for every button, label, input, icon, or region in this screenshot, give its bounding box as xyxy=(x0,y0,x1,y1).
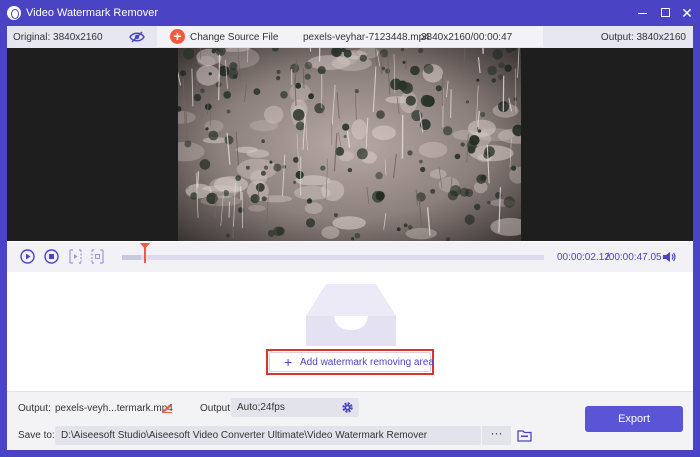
app-window: Video Watermark Remover ✕ Original: 3840… xyxy=(0,0,700,457)
export-button[interactable]: Export xyxy=(585,406,683,432)
close-button[interactable]: ✕ xyxy=(678,4,696,22)
timeline-progress xyxy=(122,255,141,260)
bottom-panel: Output: pexels-veyh...termark.mp4 Output… xyxy=(7,391,693,450)
add-watermark-area-label: Add watermark removing area xyxy=(300,357,434,368)
source-file-name: pexels-veyhar-7123448.mp4 xyxy=(303,32,430,43)
output-setting-value: Auto;24fps xyxy=(237,402,285,413)
plus-icon: + xyxy=(284,354,293,370)
maximize-button[interactable] xyxy=(656,4,674,22)
app-logo-icon xyxy=(7,6,21,20)
title-bar: Video Watermark Remover ✕ xyxy=(0,0,700,26)
output-settings-field[interactable]: Auto;24fps xyxy=(231,398,359,417)
eye-slash-icon[interactable] xyxy=(129,31,145,43)
total-time: /00:00:47.05 xyxy=(606,252,662,263)
pencil-icon[interactable] xyxy=(162,402,173,413)
minimize-button[interactable] xyxy=(633,4,651,22)
timeline-track[interactable] xyxy=(122,255,544,260)
minimize-icon xyxy=(637,13,647,15)
window-title: Video Watermark Remover xyxy=(26,7,159,19)
source-file-meta: 3840x2160/00:00:47 xyxy=(421,32,513,43)
video-preview-area xyxy=(7,48,693,241)
output-setting-label: Output: xyxy=(200,403,233,414)
trim-start-icon[interactable] xyxy=(68,249,83,264)
output-resolution-label: Output: 3840x2160 xyxy=(600,32,686,43)
info-bar: Original: 3840x2160 + Change Source File… xyxy=(7,26,693,48)
original-resolution-label: Original: 3840x2160 xyxy=(13,32,103,43)
playback-bar: 00:00:02.12 /00:00:47.05 xyxy=(7,242,693,272)
trim-end-icon[interactable] xyxy=(90,249,105,264)
current-time: 00:00:02.12 xyxy=(557,252,610,263)
folder-icon[interactable] xyxy=(517,429,532,442)
save-to-label: Save to: xyxy=(18,430,55,441)
browse-button[interactable]: ··· xyxy=(481,426,511,445)
gear-icon[interactable] xyxy=(341,401,354,414)
plus-icon: + xyxy=(170,29,185,44)
play-icon[interactable] xyxy=(20,249,35,264)
volume-icon[interactable] xyxy=(662,251,676,263)
output-tab: Output: 3840x2160 xyxy=(543,26,693,48)
maximize-icon xyxy=(660,8,670,17)
stop-icon[interactable] xyxy=(44,249,59,264)
output-file-label: Output: xyxy=(18,403,51,414)
change-source-file-button[interactable]: + Change Source File xyxy=(167,27,279,47)
video-frame[interactable] xyxy=(178,48,521,241)
original-tab: Original: 3840x2160 xyxy=(7,26,157,48)
change-source-file-label: Change Source File xyxy=(190,32,279,43)
save-path-field[interactable]: D:\Aiseesoft Studio\Aiseesoft Video Conv… xyxy=(55,426,481,445)
add-watermark-area-button[interactable]: + Add watermark removing area xyxy=(269,352,434,372)
save-path-value: D:\Aiseesoft Studio\Aiseesoft Video Conv… xyxy=(61,430,428,441)
main-content: Original: 3840x2160 + Change Source File… xyxy=(7,26,693,450)
output-file-name: pexels-veyh...termark.mp4 xyxy=(55,403,173,414)
inbox-icon xyxy=(306,284,396,346)
watermark-area-panel: + Add watermark removing area xyxy=(7,272,693,391)
playhead-line[interactable] xyxy=(144,243,146,263)
